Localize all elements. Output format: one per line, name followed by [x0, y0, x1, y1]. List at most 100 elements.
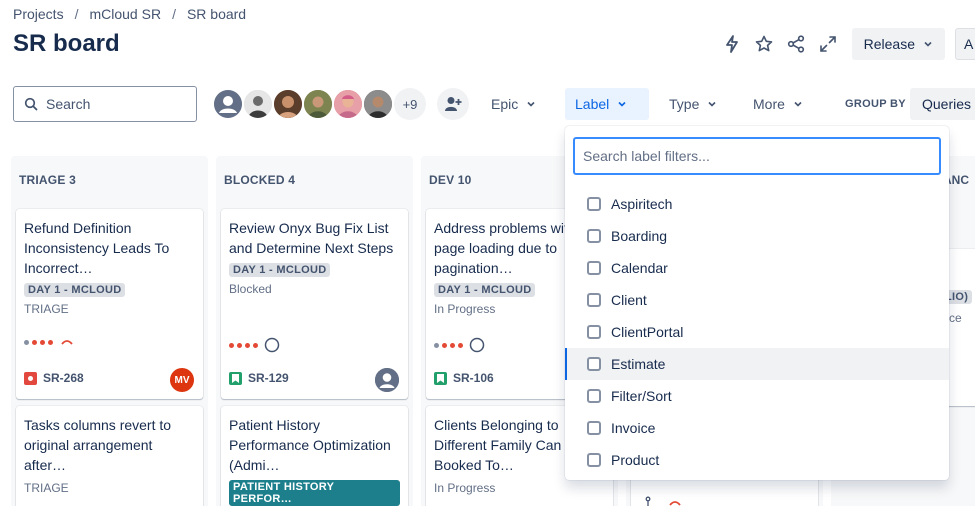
card-title: Tasks columns revert to original arrange…: [24, 417, 172, 473]
pull-request-icon: [645, 496, 651, 506]
avatar[interactable]: [302, 88, 334, 120]
priority-high-icon: [669, 501, 681, 506]
avatar[interactable]: [272, 88, 304, 120]
issue-card[interactable]: Refund Definition Inconsistency Leads To…: [16, 209, 203, 399]
card-title: Patient History Performance Optimization…: [229, 417, 391, 473]
issue-card[interactable]: Patient History Performance Optimization…: [221, 406, 408, 506]
group-by-queries-button[interactable]: Queries: [910, 88, 975, 120]
more-actions-label: A: [964, 36, 974, 52]
checkbox[interactable]: [587, 453, 601, 467]
label-option-text: ClientPortal: [611, 324, 684, 340]
story-icon: [229, 371, 242, 385]
breadcrumb-separator: /: [74, 6, 79, 22]
person-icon: [214, 90, 242, 118]
card-footer: SR-106: [434, 371, 494, 385]
search-icon: [24, 97, 38, 111]
epic-filter-label: Epic: [491, 96, 519, 112]
epic-tag: DAY 1 - MCLOUD: [434, 283, 536, 297]
column-header: DEV 10: [429, 173, 472, 187]
expand-icon[interactable]: [812, 28, 844, 60]
label-option[interactable]: Boarding: [565, 220, 949, 252]
column-header: BLOCKED 4: [224, 173, 296, 187]
checkbox[interactable]: [587, 357, 601, 371]
issue-card[interactable]: Tasks columns revert to original arrange…: [16, 406, 203, 506]
checkbox[interactable]: [587, 197, 601, 211]
priority-indicator: [434, 337, 485, 353]
epic-tag: PATIENT HISTORY PERFOR…: [229, 480, 400, 506]
card-footer: SR-268: [24, 371, 84, 385]
filter-bar: Search +9 Epic Label Type More GROUP BY …: [13, 86, 975, 122]
label-option[interactable]: ClientPortal: [565, 316, 949, 348]
story-icon: [434, 371, 447, 385]
release-button[interactable]: Release: [851, 28, 945, 60]
more-actions-button[interactable]: A: [955, 28, 975, 60]
avatar[interactable]: [332, 88, 364, 120]
chevron-down-icon: [794, 101, 802, 107]
checkbox[interactable]: [587, 229, 601, 243]
more-filter[interactable]: More: [743, 88, 813, 120]
label-filter[interactable]: Label: [565, 88, 649, 120]
chevron-down-icon: [924, 41, 932, 47]
epic-tag: DAY 1 - MCLOUD: [24, 283, 126, 297]
label-option[interactable]: Estimate: [565, 348, 949, 380]
avatar-more-count[interactable]: +9: [394, 88, 426, 120]
priority-indicator: [24, 337, 75, 347]
label-filter-label: Label: [575, 96, 610, 112]
label-option-text: Filter/Sort: [611, 388, 672, 404]
board-column-triage: TRIAGE 3 Refund Definition Inconsistency…: [11, 156, 208, 506]
breadcrumb-board[interactable]: SR board: [187, 6, 246, 22]
card-status: ce: [949, 311, 962, 325]
user-photo-icon: [304, 90, 332, 118]
issue-key[interactable]: SR-268: [43, 371, 84, 385]
type-filter[interactable]: Type: [659, 88, 727, 120]
issue-key[interactable]: SR-106: [453, 371, 494, 385]
issue-key[interactable]: SR-129: [248, 371, 289, 385]
search-input[interactable]: Search: [13, 86, 197, 122]
label-option-text: Invoice: [611, 420, 656, 436]
issue-card[interactable]: Review Onyx Bug Fix List and Determine N…: [221, 209, 408, 399]
bug-icon: [24, 371, 37, 385]
breadcrumb-project[interactable]: mCloud SR: [89, 6, 161, 22]
share-icon[interactable]: [780, 28, 812, 60]
checkbox[interactable]: [587, 261, 601, 275]
checkbox[interactable]: [587, 421, 601, 435]
star-icon[interactable]: [748, 28, 780, 60]
avatar[interactable]: [212, 88, 244, 120]
label-option-list: Aspiritech Boarding Calendar Client Clie…: [565, 188, 949, 476]
board-column-blocked: BLOCKED 4 Review Onyx Bug Fix List and D…: [216, 156, 413, 506]
user-photo-icon: [364, 90, 392, 118]
label-option-text: Calendar: [611, 260, 668, 276]
card-title: Review Onyx Bug Fix List and Determine N…: [229, 220, 394, 256]
column-header: TRIAGE 3: [19, 173, 76, 187]
avatar[interactable]: [362, 88, 394, 120]
more-filter-label: More: [753, 96, 785, 112]
checkbox[interactable]: [587, 293, 601, 307]
checkbox[interactable]: [587, 389, 601, 403]
search-placeholder: Search: [46, 96, 91, 112]
release-label: Release: [863, 36, 915, 52]
label-option[interactable]: Filter/Sort: [565, 380, 949, 412]
type-filter-label: Type: [669, 96, 700, 112]
label-option[interactable]: Client: [565, 284, 949, 316]
automation-icon[interactable]: [716, 28, 748, 60]
label-option[interactable]: Calendar: [565, 252, 949, 284]
checkbox[interactable]: [587, 325, 601, 339]
chevron-down-icon: [618, 101, 626, 107]
label-option[interactable]: Aspiritech: [565, 188, 949, 220]
label-search-input[interactable]: Search label filters...: [573, 137, 941, 175]
priority-high-icon: [61, 340, 73, 345]
page-title: SR board: [13, 30, 120, 57]
assignee-avatar[interactable]: MV: [170, 368, 194, 392]
avatar[interactable]: [242, 88, 274, 120]
label-option[interactable]: Product: [565, 444, 949, 476]
breadcrumb-projects[interactable]: Projects: [13, 6, 64, 22]
label-option[interactable]: Invoice: [565, 412, 949, 444]
label-filter-dropdown: Search label filters... Aspiritech Board…: [565, 126, 949, 480]
add-person-button[interactable]: [437, 88, 469, 120]
status-circle-icon: [469, 337, 485, 353]
chevron-down-icon: [708, 101, 716, 107]
epic-filter[interactable]: Epic: [481, 88, 546, 120]
epic-tag: DAY 1 - MCLOUD: [229, 263, 331, 277]
assignee-avatar[interactable]: [375, 368, 399, 392]
card-status: TRIAGE: [24, 302, 69, 316]
